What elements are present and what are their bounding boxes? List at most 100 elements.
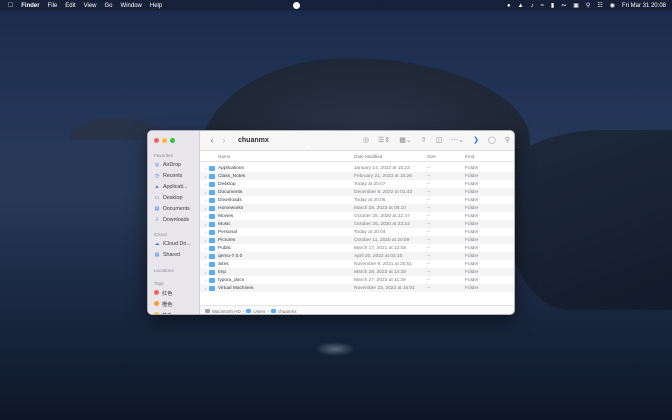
table-row[interactable]: › Sites November 9, 2021 at 20:51 -- Folder [200,260,514,268]
disclosure-chevron-icon[interactable]: › [205,174,206,179]
input-source-icon[interactable]: ▣ [573,2,579,9]
sidebar-tag-red[interactable]: 红色 [154,288,173,297]
file-date: Today at 20:07 [354,181,386,187]
sidebar-item-label: AirDrop [163,161,181,168]
disclosure-chevron-icon[interactable]: › [205,214,206,219]
menu-file[interactable]: File [48,3,58,9]
table-row[interactable]: › Class_Notes February 21, 2023 at 15:26 --… [200,172,514,180]
disclosure-chevron-icon[interactable]: › [205,270,206,275]
list-view-icon[interactable]: ☰⇕ [378,136,390,146]
table-row[interactable]: › Personal Today at 20:04 -- Folder [200,228,514,236]
action-icon[interactable]: ⋯⌄ [451,136,464,146]
disclosure-chevron-icon[interactable]: › [205,278,206,283]
table-row[interactable]: › Applications January 14, 2022 at 15:23 --… [200,164,514,172]
table-row[interactable]: › tmp March 28, 2023 at 14:28 -- Folder [200,268,514,276]
traffic-lights [154,138,175,143]
airdrop-icon: ◎ [154,161,160,168]
tag-dot-icon [154,301,159,306]
sidebar-item-label: iCloud Dri... [163,240,191,247]
forward-button[interactable]: › [218,136,230,145]
path-item[interactable]: Macintosh HD [212,309,241,314]
table-row[interactable]: › Movies October 25, 2020 at 22:47 -- Folder [200,212,514,220]
sidebar-item-desktop[interactable]: ▭ Desktop [154,193,183,202]
battery-icon[interactable]: ▮ [551,2,554,9]
wechat-icon[interactable]: ● [507,3,511,9]
folder-icon [209,261,215,267]
wifi-icon[interactable]: ∾ [561,2,566,9]
finder-window: Favorites ◎ AirDrop ◷ Recents ▲ Applicati..… [147,130,515,315]
table-row[interactable]: › qemu-7.0.0 April 20, 2022 at 03:10 -- Fold… [200,252,514,260]
sidebar-tag-yellow[interactable]: 黄色 [154,310,173,314]
table-row[interactable]: › Public March 17, 2021 at 13:08 -- Folder [200,244,514,252]
airdrop-share-icon[interactable]: ◎ [363,136,369,146]
trash-icon[interactable]: ◫ [436,136,443,146]
disclosure-chevron-icon[interactable]: › [205,262,206,267]
notification-icon[interactable]: ▲ [518,3,524,9]
file-date: April 20, 2022 at 03:10 [354,253,403,259]
file-date: January 14, 2022 at 15:23 [354,165,410,171]
sidebar-item-airdrop[interactable]: ◎ AirDrop [154,160,181,169]
disclosure-chevron-icon[interactable]: › [205,230,206,235]
menu-help[interactable]: Help [150,3,162,9]
disclosure-chevron-icon[interactable]: › [205,166,206,171]
control-center-icon[interactable]: ☷ [597,2,602,9]
tag-dot-icon [154,290,159,295]
disclosure-chevron-icon[interactable]: › [205,206,206,211]
apple-icon[interactable]:  [8,2,13,9]
table-row[interactable]: › Desktop Today at 20:07 -- Folder [200,180,514,188]
menu-go[interactable]: Go [105,3,113,9]
sidebar-item-documents[interactable]: ▤ Documents [154,204,190,213]
file-size: -- [427,173,431,179]
disclosure-chevron-icon[interactable]: › [205,182,206,187]
menu-view[interactable]: View [84,3,97,9]
terminal-icon[interactable]: ◯ [488,136,496,146]
column-size[interactable]: Size [427,154,436,159]
column-name[interactable]: Name [218,154,230,159]
sidebar-item-recents[interactable]: ◷ Recents [154,171,183,180]
menu-window[interactable]: Window [121,3,142,9]
disclosure-chevron-icon[interactable]: › [205,286,206,291]
file-name: Virtual Machines [218,285,254,291]
zoom-button[interactable] [170,138,175,143]
table-row[interactable]: › Documents December 8, 2022 at 01:43 -- Fol… [200,188,514,196]
path-item[interactable]: Users [253,309,265,314]
share-icon[interactable]: ⇧ [421,136,427,146]
music-icon[interactable]: ♪ [531,3,534,9]
table-row[interactable]: › typora_docs March 27, 2023 at 11:39 -- Fol… [200,276,514,284]
column-kind[interactable]: Kind [465,154,474,159]
sidebar-item-icloud-drive[interactable]: ☁ iCloud Dri... [154,239,191,248]
sidebar-item-shared[interactable]: ▤ Shared [154,250,180,259]
search-icon[interactable]: ⚲ [505,136,510,146]
path-item[interactable]: chuanmx [278,309,297,314]
download-icon: ⇩ [154,216,160,223]
search-icon[interactable]: ⚲ [586,2,590,9]
back-button[interactable]: ‹ [206,136,218,145]
status-dot-icon[interactable] [293,2,300,9]
table-row[interactable]: › Virtual Machines November 23, 2022 at 16… [200,284,514,292]
disclosure-chevron-icon[interactable]: › [205,198,206,203]
table-row[interactable]: › Music October 25, 2020 at 23:24 -- Folder [200,220,514,228]
table-row[interactable]: › Homeworks March 28, 2023 at 08:10 -- Folde… [200,204,514,212]
table-row[interactable]: › Pictures October 11, 2020 at 20:59 -- Fold… [200,236,514,244]
disclosure-chevron-icon[interactable]: › [205,246,206,251]
sidebar-item-downloads[interactable]: ⇩ Downloads [154,215,189,224]
table-row[interactable]: › Downloads Today at 20:06 -- Folder [200,196,514,204]
bluetooth-icon[interactable]: ≈ [541,3,544,9]
column-date[interactable]: Date Modified [354,154,382,159]
minimize-button[interactable] [162,138,167,143]
vscode-icon[interactable]: ❯ [473,136,479,146]
siri-icon[interactable]: ◉ [610,2,615,9]
menu-app-name[interactable]: Finder [21,3,39,9]
disclosure-chevron-icon[interactable]: › [205,254,206,259]
menu-edit[interactable]: Edit [65,3,75,9]
sidebar-item-label: 橙色 [162,301,173,308]
group-icon[interactable]: ▦⌄ [399,136,411,146]
disclosure-chevron-icon[interactable]: › [205,238,206,243]
close-button[interactable] [154,138,159,143]
sidebar-tag-orange[interactable]: 橙色 [154,299,173,308]
disclosure-chevron-icon[interactable]: › [205,222,206,227]
disclosure-chevron-icon[interactable]: › [205,190,206,195]
clock-text[interactable]: Fri Mar 31 20:08 [622,3,666,9]
file-kind: Folder [465,165,479,171]
sidebar-item-applications[interactable]: ▲ Applicati... [154,182,188,191]
